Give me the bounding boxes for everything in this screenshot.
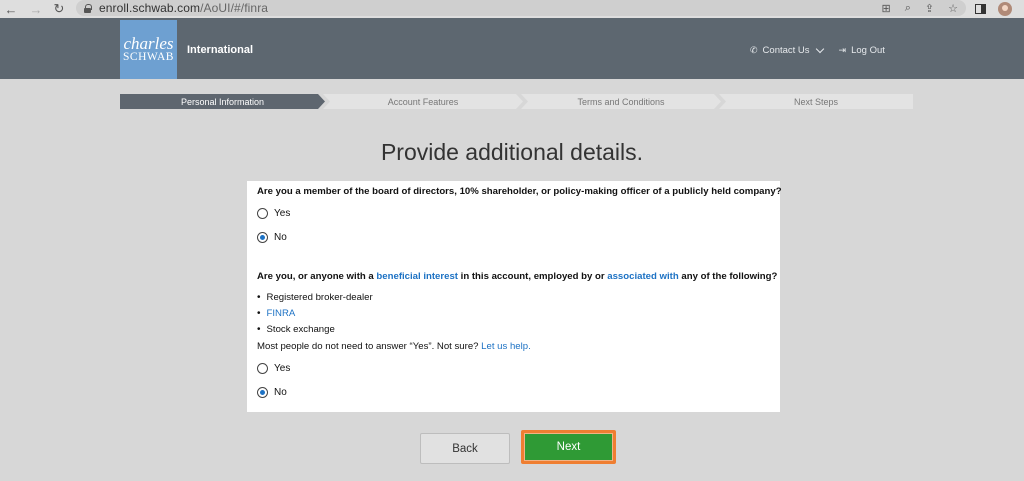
back-button[interactable]: Back [420, 433, 510, 464]
question-finra-association: Are you, or anyone with a beneficial int… [257, 271, 778, 282]
q2-yes-option[interactable]: Yes [257, 363, 290, 374]
progress-steps: Personal Information Account Features Te… [120, 94, 913, 109]
list-item: Registered broker-dealer [257, 290, 373, 306]
logout-icon: ⇥ [838, 45, 847, 55]
q1-no-radio[interactable] [257, 232, 268, 243]
next-button-highlight: Next [521, 430, 616, 464]
lock-icon [84, 3, 92, 13]
finra-link[interactable]: FINRA [267, 308, 296, 320]
let-us-help-link[interactable]: Let us help. [481, 341, 531, 352]
back-arrow-icon[interactable]: ← [2, 0, 20, 18]
step-account-features: Account Features [323, 94, 523, 109]
next-button[interactable]: Next [525, 434, 612, 460]
profile-avatar-icon[interactable] [998, 2, 1012, 16]
share-icon[interactable]: ⇪ [925, 2, 934, 15]
q2-yes-radio[interactable] [257, 363, 268, 374]
q2-no-radio[interactable] [257, 387, 268, 398]
step-personal-information: Personal Information [120, 94, 325, 109]
details-form-card: Are you a member of the board of directo… [247, 181, 782, 412]
list-item: FINRA [257, 306, 373, 322]
side-panel-icon[interactable] [975, 4, 986, 14]
reload-icon[interactable]: ↻ [50, 0, 68, 18]
q1-yes-radio[interactable] [257, 208, 268, 219]
q1-yes-option[interactable]: Yes [257, 208, 290, 219]
forward-arrow-icon[interactable]: → [27, 0, 45, 18]
phone-icon: ✆ [750, 45, 758, 55]
affiliation-list: Registered broker-dealer FINRA Stock exc… [257, 290, 373, 338]
translate-icon[interactable]: ⊞ [882, 2, 891, 15]
q1-no-option[interactable]: No [257, 232, 287, 243]
bookmark-star-icon[interactable]: ☆ [948, 2, 958, 15]
question-board-member: Are you a member of the board of directo… [257, 186, 782, 197]
header-subtitle: International [187, 44, 254, 56]
step-next-steps: Next Steps [719, 94, 913, 109]
header-links: ✆ Contact Us ⇥ Log Out [750, 44, 885, 56]
contact-us-link[interactable]: Contact Us [763, 45, 810, 56]
beneficial-interest-link[interactable]: beneficial interest [376, 271, 458, 282]
schwab-logo[interactable]: charles SCHWAB [120, 20, 177, 79]
zoom-icon[interactable]: ⌕ [905, 2, 911, 15]
q2-no-option[interactable]: No [257, 387, 287, 398]
browser-toolbar: ← → ↻ enroll.schwab.com/AoUI/#/finra ⊞ ⌕… [0, 0, 1024, 18]
list-item: Stock exchange [257, 322, 373, 338]
logout-link-group[interactable]: ⇥ Log Out [839, 45, 885, 56]
chevron-down-icon[interactable] [815, 44, 824, 54]
url-bar-actions: ⊞ ⌕ ⇪ ☆ [882, 0, 958, 16]
associated-with-link[interactable]: associated with [607, 271, 678, 282]
help-note: Most people do not need to answer “Yes”.… [257, 341, 531, 352]
url-text: enroll.schwab.com/AoUI/#/finra [99, 1, 269, 15]
step-terms-and-conditions: Terms and Conditions [521, 94, 721, 109]
logout-link[interactable]: Log Out [851, 45, 885, 56]
page-title: Provide additional details. [380, 139, 644, 165]
address-bar[interactable]: enroll.schwab.com/AoUI/#/finra ⊞ ⌕ ⇪ ☆ [76, 0, 966, 16]
